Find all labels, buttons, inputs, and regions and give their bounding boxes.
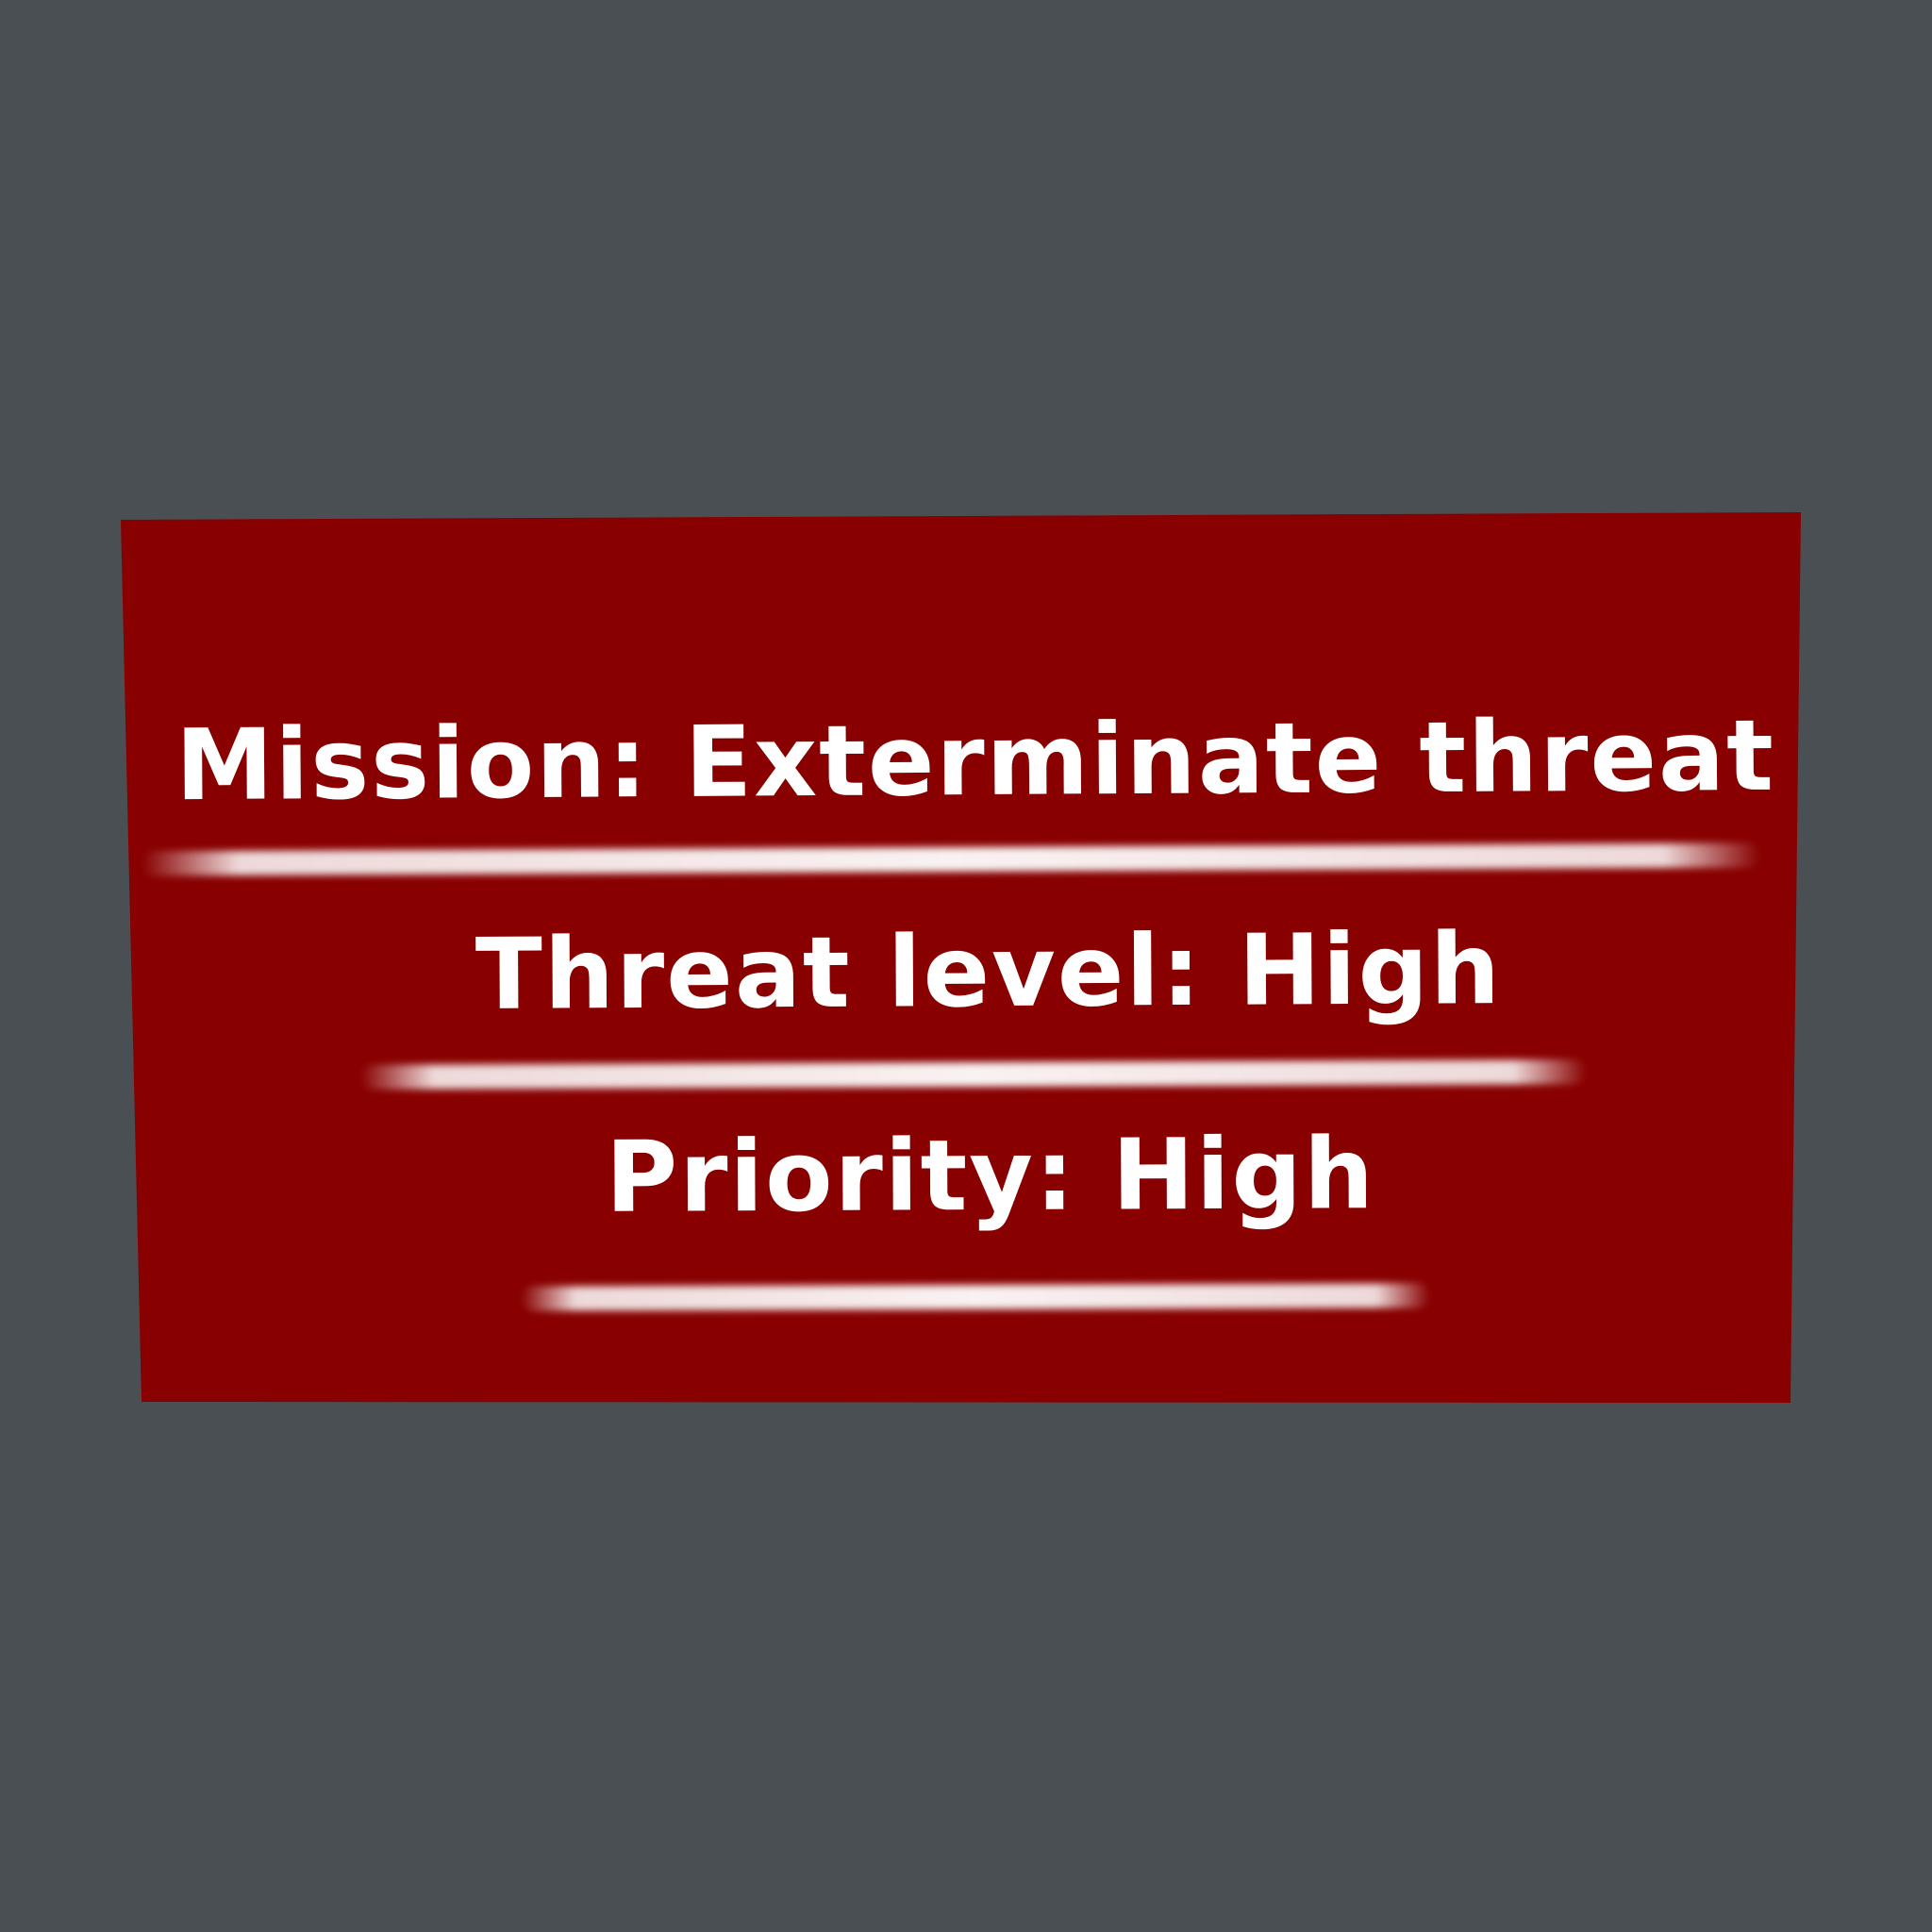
priority-label: Priority: High [605,1116,1376,1235]
mission-briefing-panel: Mission: Exterminate threat Threat level… [0,0,1932,1932]
divider-priority [520,1283,1431,1311]
threat-level-label: Threat level: High [475,911,1503,1032]
mission-label: Mission: Exterminate threat [175,697,1776,824]
